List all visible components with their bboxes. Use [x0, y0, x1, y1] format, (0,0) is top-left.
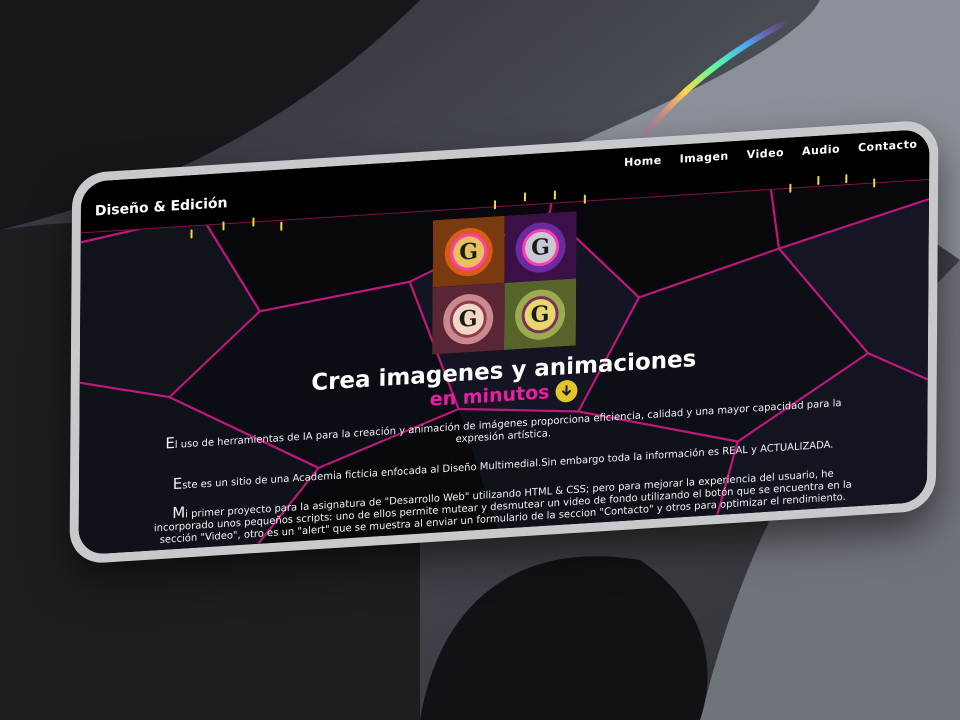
logo-tile: G [432, 282, 505, 355]
drop-letter: E [165, 434, 175, 453]
arrow-down-circle-icon[interactable] [555, 379, 578, 404]
spark-decoration [789, 183, 792, 193]
nav-link-home[interactable]: Home [624, 154, 662, 169]
device-frame: Diseño & Edición Home Imagen Video Audio… [69, 119, 939, 565]
drop-letter: M [172, 503, 186, 523]
spark-decoration [553, 190, 556, 200]
hero-section: G G G G Crea imagenes y animaciones en m… [79, 189, 930, 555]
logo-tile: G [504, 211, 577, 283]
spark-decoration [222, 221, 225, 231]
nav-menu: Home Imagen Video Audio Contacto [624, 138, 917, 169]
nav-link-audio[interactable]: Audio [802, 143, 840, 158]
nav-link-video[interactable]: Video [747, 146, 785, 161]
nav-link-contacto[interactable]: Contacto [858, 138, 917, 155]
spark-decoration [845, 174, 848, 184]
spark-decoration [252, 217, 255, 227]
site-brand[interactable]: Diseño & Edición [95, 195, 228, 219]
spark-decoration [583, 194, 586, 204]
website-screen: Diseño & Edición Home Imagen Video Audio… [78, 128, 930, 556]
nav-link-imagen[interactable]: Imagen [680, 150, 729, 166]
logo-letter: G [530, 300, 550, 328]
logo-tile: G [503, 278, 577, 351]
logo-tile: G [432, 215, 505, 288]
hero-logo-grid: G G G G [432, 211, 577, 355]
spark-decoration [523, 192, 526, 202]
spark-decoration [817, 175, 820, 186]
spark-decoration [493, 200, 497, 210]
logo-letter: G [459, 237, 479, 266]
logo-letter: G [531, 233, 551, 261]
spark-decoration [873, 178, 876, 188]
logo-letter: G [458, 305, 478, 333]
